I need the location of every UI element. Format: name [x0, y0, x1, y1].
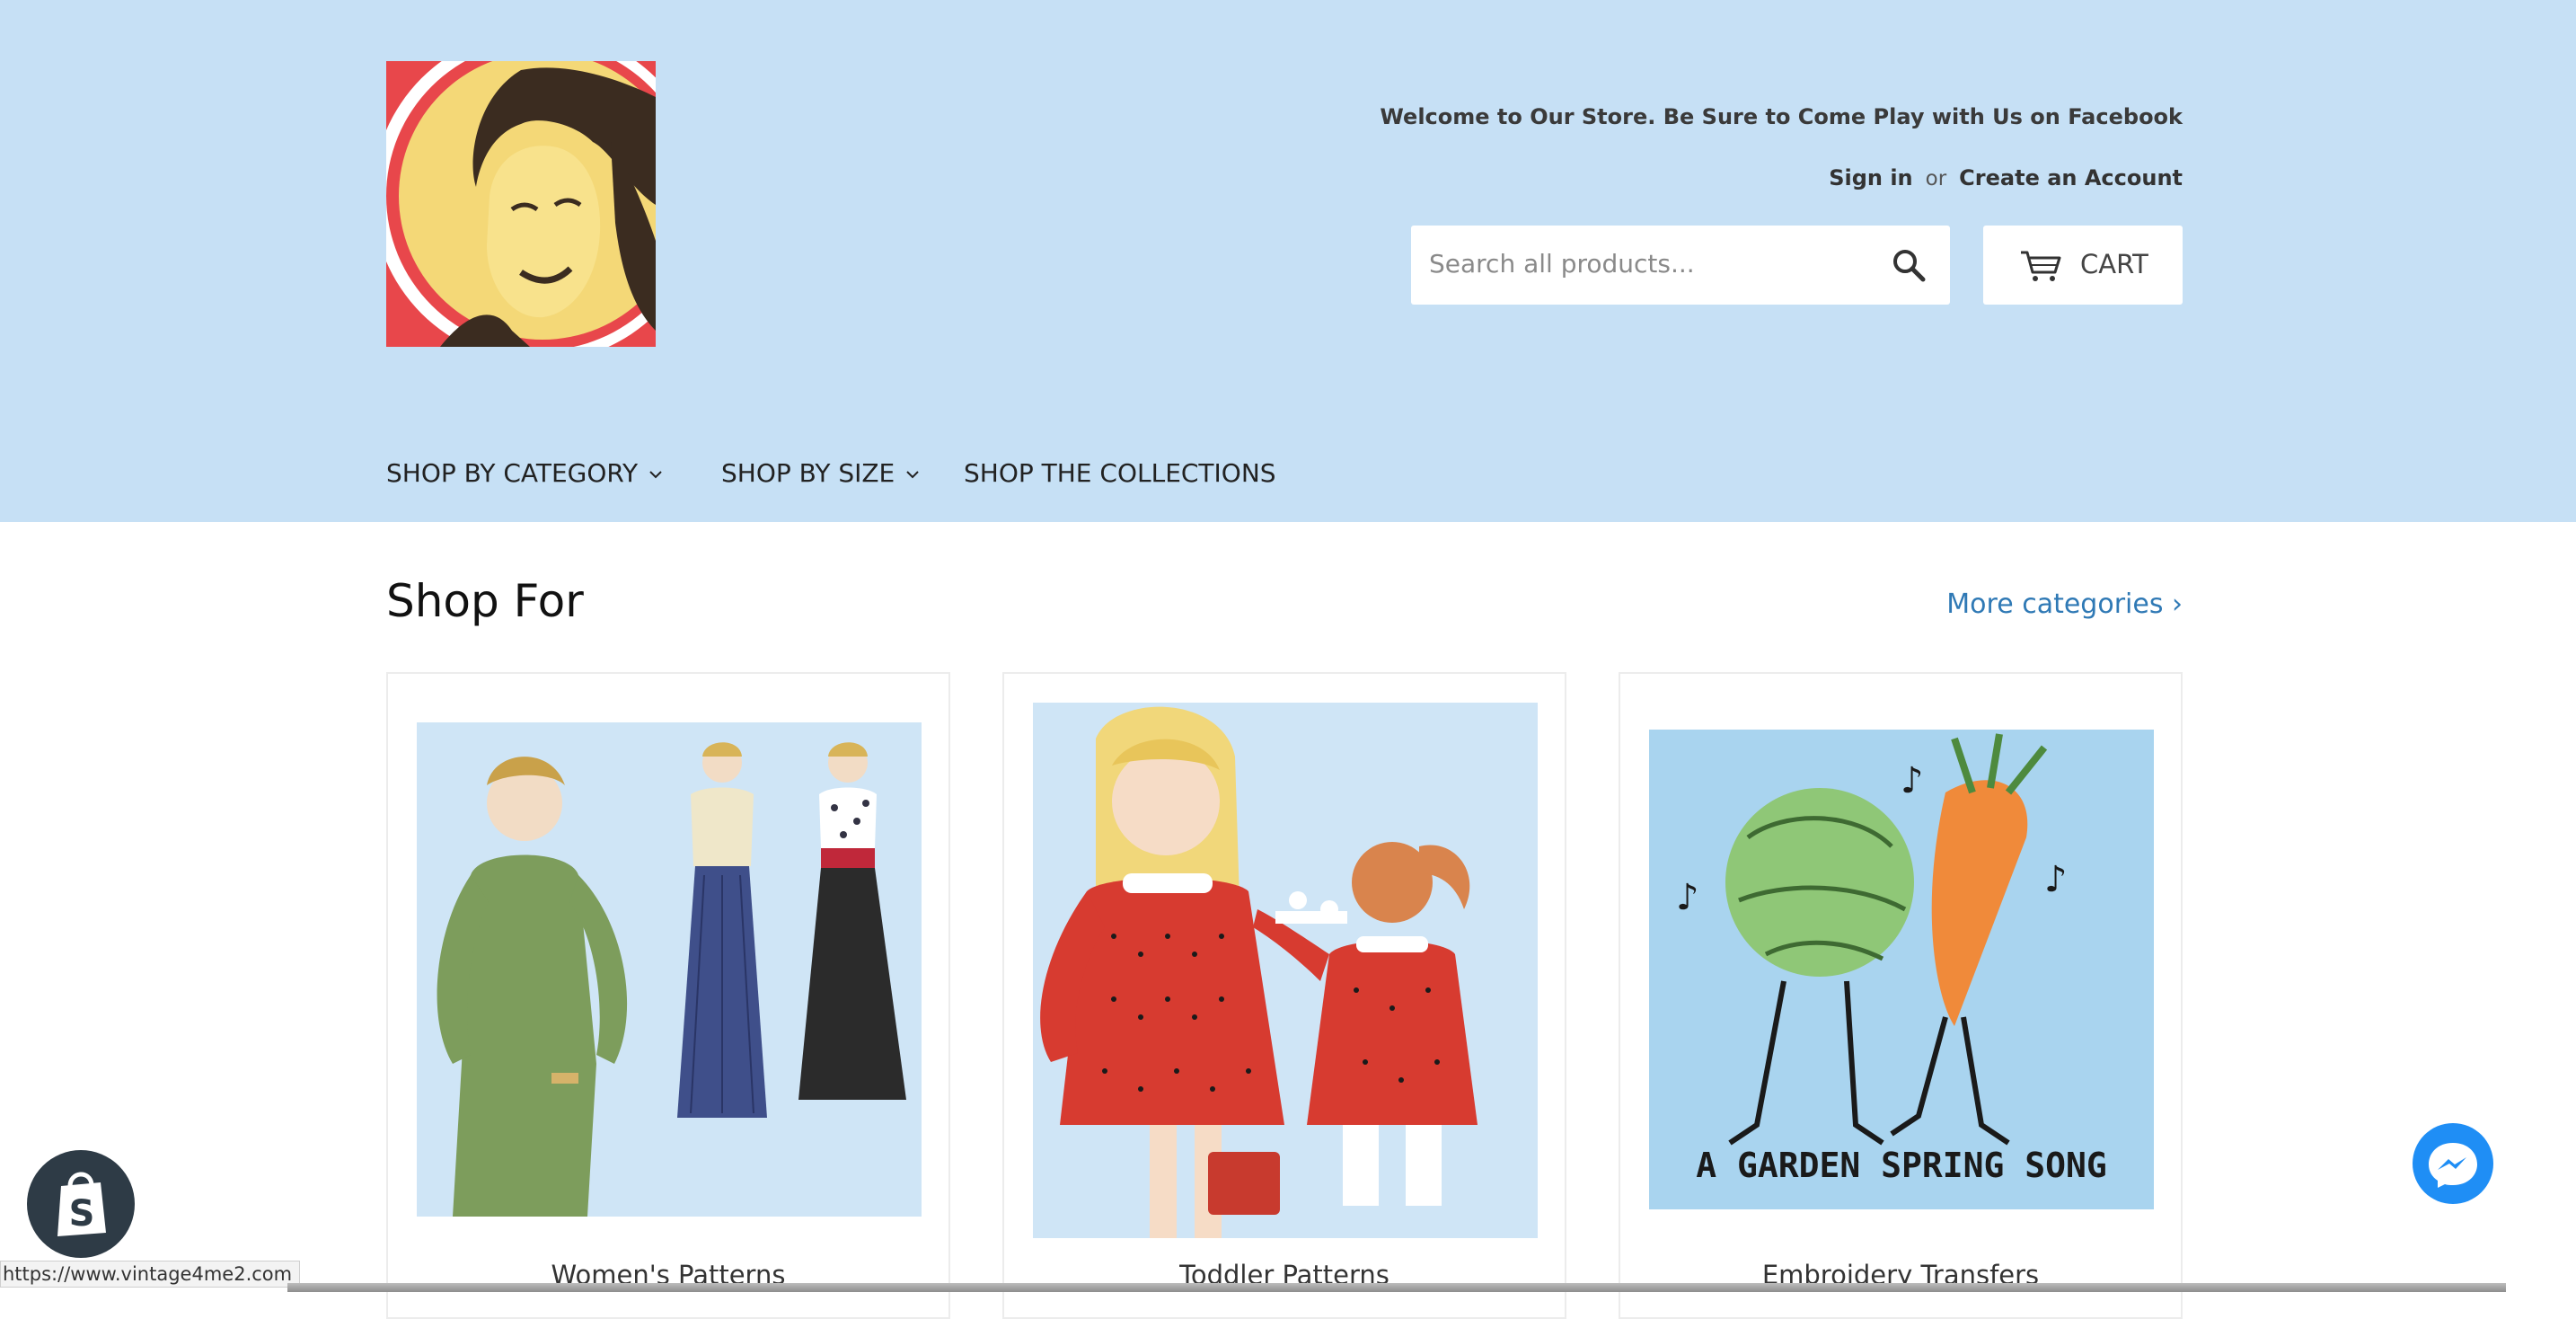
sign-in-link[interactable]: Sign in: [1829, 165, 1912, 190]
category-card-embroidery[interactable]: ♪ ♪ ♪ A GARDEN SPRING SONG Embroidery Tr…: [1619, 672, 2183, 1319]
svg-text:♪: ♪: [1901, 760, 1924, 801]
cart-label: CART: [2080, 249, 2148, 279]
svg-text:♪: ♪: [2044, 859, 2068, 900]
nav-shop-by-size[interactable]: SHOP BY SIZE: [721, 458, 920, 488]
art-caption: A GARDEN SPRING SONG: [1696, 1146, 2107, 1185]
toddler-patterns-image: [1033, 703, 1538, 1238]
logo-image: [386, 61, 656, 347]
search-form: Search all products...: [1411, 226, 1950, 305]
cart-button[interactable]: CART: [1983, 226, 2183, 305]
or-separator: or: [1925, 167, 1947, 190]
more-categories-link[interactable]: More categories ›: [1946, 589, 2183, 620]
status-bar-url: https://www.vintage4me2.com: [0, 1261, 301, 1288]
cart-icon: [2021, 251, 2061, 281]
welcome-message: Welcome to Our Store. Be Sure to Come Pl…: [1380, 104, 2183, 129]
create-account-link[interactable]: Create an Account: [1959, 165, 2183, 190]
nav-label: SHOP THE COLLECTIONS: [964, 458, 1276, 488]
nav-label: SHOP BY CATEGORY: [386, 458, 639, 488]
site-header: Welcome to Our Store. Be Sure to Come Pl…: [0, 0, 2576, 522]
embroidery-transfers-image: ♪ ♪ ♪ A GARDEN SPRING SONG: [1649, 730, 2154, 1209]
nav-label: SHOP BY SIZE: [721, 458, 895, 488]
account-links: Sign in or Create an Account: [1829, 165, 2183, 190]
svg-text:S: S: [69, 1193, 95, 1235]
category-card-womens[interactable]: Women's Patterns: [386, 672, 950, 1319]
shopify-bag-icon: S: [57, 1172, 106, 1236]
messenger-chat-button[interactable]: [2413, 1123, 2493, 1204]
chevron-down-icon: [906, 471, 919, 479]
shopify-badge[interactable]: S: [27, 1150, 135, 1258]
svg-text:♪: ♪: [1676, 877, 1699, 918]
window-bottom-edge: [287, 1283, 2506, 1292]
search-icon[interactable]: [1891, 247, 1927, 283]
nav-shop-the-collections[interactable]: SHOP THE COLLECTIONS: [964, 458, 1276, 488]
category-card-toddler[interactable]: Toddler Patterns: [1002, 672, 1566, 1319]
nav-shop-by-category[interactable]: SHOP BY CATEGORY: [386, 458, 663, 488]
chevron-down-icon: [649, 471, 662, 479]
store-logo[interactable]: [386, 61, 656, 347]
womens-patterns-image: [417, 722, 922, 1217]
search-input[interactable]: Search all products...: [1429, 249, 1695, 279]
messenger-icon: [2429, 1143, 2477, 1188]
section-title: Shop For: [386, 575, 584, 627]
